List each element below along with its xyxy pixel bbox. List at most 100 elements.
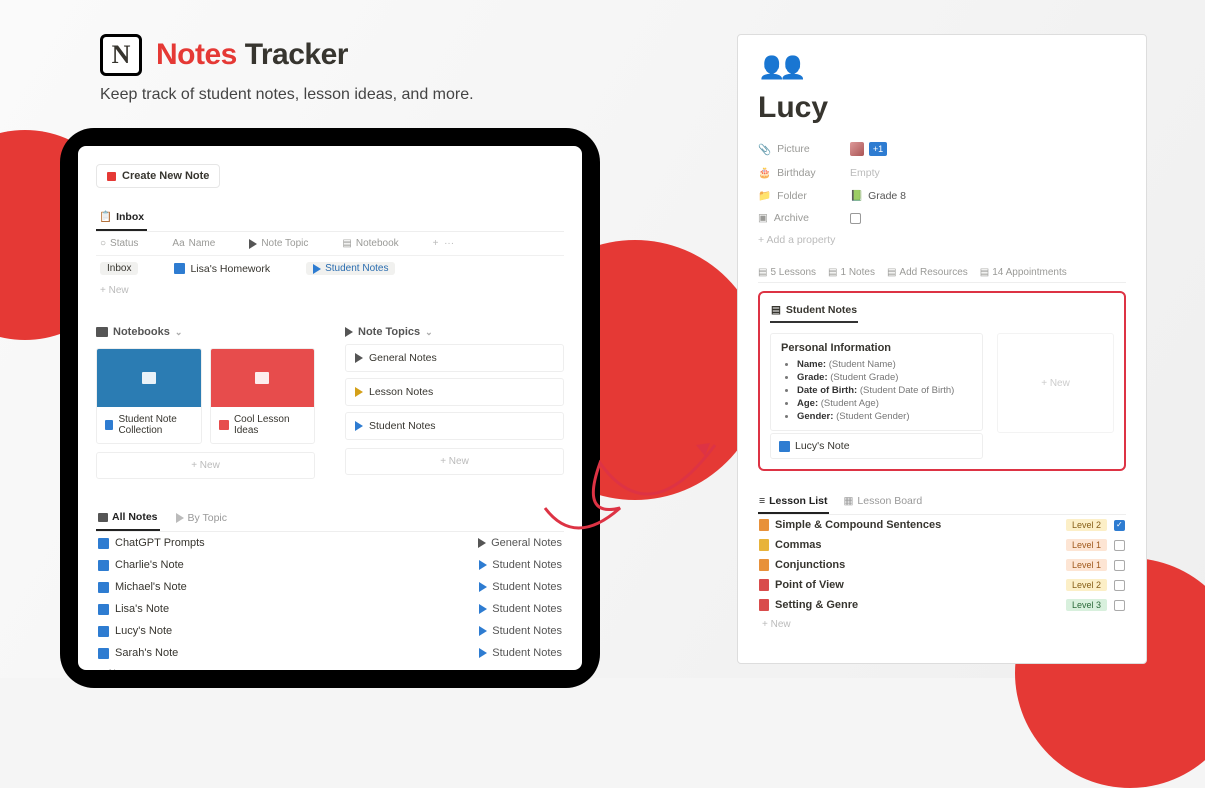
tag-icon xyxy=(355,421,363,431)
topic-item[interactable]: General Notes xyxy=(345,344,564,372)
note-row[interactable]: Charlie's NoteStudent Notes xyxy=(96,554,564,576)
doc-icon xyxy=(759,599,769,611)
tab-notes[interactable]: ▤ 1 Notes xyxy=(828,267,875,278)
notebook-card[interactable]: Student Note Collection xyxy=(96,348,202,444)
tag-icon xyxy=(313,264,321,274)
checkbox[interactable] xyxy=(1114,540,1125,551)
tag-icon xyxy=(355,387,363,397)
tagline: Keep track of student notes, lesson idea… xyxy=(100,86,474,104)
note-row[interactable]: Lucy's NoteStudent Notes xyxy=(96,620,564,642)
note-row[interactable]: Michael's NoteStudent Notes xyxy=(96,576,564,598)
lesson-row[interactable]: CommasLevel 1 xyxy=(758,535,1126,555)
checkbox[interactable] xyxy=(1114,560,1125,571)
tab-by-topic[interactable]: By Topic xyxy=(174,507,230,531)
tag-icon xyxy=(345,327,353,337)
chevron-down-icon: ⌄ xyxy=(425,327,433,338)
tag-icon xyxy=(479,560,487,570)
avatar xyxy=(850,142,864,156)
level-badge: Level 1 xyxy=(1066,559,1107,571)
level-badge: Level 3 xyxy=(1066,599,1107,611)
prop-archive[interactable]: ▣ Archive xyxy=(758,207,1126,229)
col-notebook: ▤ Notebook xyxy=(342,238,398,249)
add-property-button[interactable]: + Add a property xyxy=(758,229,1126,251)
prop-birthday[interactable]: 🎂 BirthdayEmpty xyxy=(758,161,1126,184)
page-icon xyxy=(98,604,109,615)
doc-icon xyxy=(759,579,769,591)
new-lesson-button[interactable]: + New xyxy=(758,615,1126,634)
page-icon xyxy=(98,538,109,549)
tag-icon xyxy=(479,648,487,658)
lesson-row[interactable]: Simple & Compound SentencesLevel 2 xyxy=(758,515,1126,535)
notebook-icon xyxy=(96,327,108,337)
topic-item[interactable]: Lesson Notes xyxy=(345,378,564,406)
table-header: ○ Status Aa Name Note Topic ▤ Notebook +… xyxy=(96,232,564,256)
people-icon: 👤👤 xyxy=(758,55,1126,81)
chevron-down-icon: ⌄ xyxy=(175,327,183,338)
brand-title: Notes Tracker xyxy=(156,38,348,72)
notebook-icon xyxy=(105,420,113,430)
checkbox[interactable] xyxy=(1114,520,1125,531)
notebook-card[interactable]: Cool Lesson Ideas xyxy=(210,348,316,444)
tag-icon xyxy=(176,513,184,523)
relation-tabs: ▤ 5 Lessons ▤ 1 Notes ▤ Add Resources ▤ … xyxy=(758,263,1126,283)
tag-icon xyxy=(478,538,486,548)
book-icon xyxy=(255,372,269,384)
page-icon xyxy=(174,263,185,274)
tag-icon xyxy=(479,582,487,592)
checkbox[interactable] xyxy=(850,213,861,224)
tab-resources[interactable]: ▤ Add Resources xyxy=(887,267,968,278)
col-add[interactable]: + ··· xyxy=(433,238,454,249)
page-icon xyxy=(98,626,109,637)
tab-all-notes[interactable]: All Notes xyxy=(96,507,160,531)
new-note-button[interactable]: + New xyxy=(96,664,564,670)
personal-info-card[interactable]: Personal Information Name: (Student Name… xyxy=(770,333,983,431)
page-icon xyxy=(98,582,109,593)
plus-icon xyxy=(107,172,116,181)
page-icon xyxy=(779,441,790,452)
lesson-row[interactable]: ConjunctionsLevel 1 xyxy=(758,555,1126,575)
page-title: Lucy xyxy=(758,91,1126,125)
lesson-row[interactable]: Setting & GenreLevel 3 xyxy=(758,595,1126,615)
tab-inbox[interactable]: 📋 Inbox xyxy=(96,206,147,231)
status-badge: Inbox xyxy=(100,262,138,275)
level-badge: Level 2 xyxy=(1066,579,1107,591)
checkbox[interactable] xyxy=(1114,580,1125,591)
checkbox[interactable] xyxy=(1114,600,1125,611)
tab-student-notes[interactable]: ▤ Student Notes xyxy=(770,301,858,323)
prop-folder[interactable]: 📁 Folder📗Grade 8 xyxy=(758,184,1126,207)
tag-icon xyxy=(479,604,487,614)
arrow-icon xyxy=(530,433,720,543)
new-row-button[interactable]: + New xyxy=(96,281,564,300)
new-card-button[interactable]: + New xyxy=(997,333,1114,433)
note-link[interactable]: Lucy's Note xyxy=(770,433,983,459)
tablet-screen: Create New Note 📋 Inbox ○ Status Aa Name… xyxy=(78,146,582,670)
tab-appointments[interactable]: ▤ 14 Appointments xyxy=(980,267,1067,278)
doc-icon xyxy=(759,519,769,531)
tag-icon xyxy=(355,353,363,363)
doc-icon xyxy=(759,559,769,571)
new-notebook-button[interactable]: + New xyxy=(96,452,315,479)
page-icon xyxy=(98,648,109,659)
prop-picture[interactable]: 📎 Picture+1 xyxy=(758,137,1126,161)
note-row[interactable]: ChatGPT PromptsGeneral Notes xyxy=(96,532,564,554)
tab-lessons[interactable]: ▤ 5 Lessons xyxy=(758,267,816,278)
col-topic: Note Topic xyxy=(249,238,308,249)
col-name: Aa Name xyxy=(172,238,215,249)
page-icon xyxy=(98,560,109,571)
create-note-button[interactable]: Create New Note xyxy=(96,164,220,188)
tab-lesson-board[interactable]: ▦ Lesson Board xyxy=(843,491,924,514)
book-icon xyxy=(142,372,156,384)
card-title: Personal Information xyxy=(781,342,972,354)
table-row[interactable]: Inbox Lisa's Homework Student Notes xyxy=(96,256,564,281)
lesson-row[interactable]: Point of ViewLevel 2 xyxy=(758,575,1126,595)
notebooks-heading[interactable]: Notebooks⌄ xyxy=(96,326,315,344)
tablet-frame: Create New Note 📋 Inbox ○ Status Aa Name… xyxy=(60,128,600,688)
doc-icon xyxy=(759,539,769,551)
topics-heading[interactable]: Note Topics⌄ xyxy=(345,326,564,344)
tab-lesson-list[interactable]: ≡ Lesson List xyxy=(758,491,829,514)
notebook-icon xyxy=(219,420,229,430)
note-row[interactable]: Lisa's NoteStudent Notes xyxy=(96,598,564,620)
more-badge: +1 xyxy=(869,142,887,156)
note-row[interactable]: Sarah's NoteStudent Notes xyxy=(96,642,564,664)
page-header: N Notes Tracker Keep track of student no… xyxy=(100,34,474,104)
